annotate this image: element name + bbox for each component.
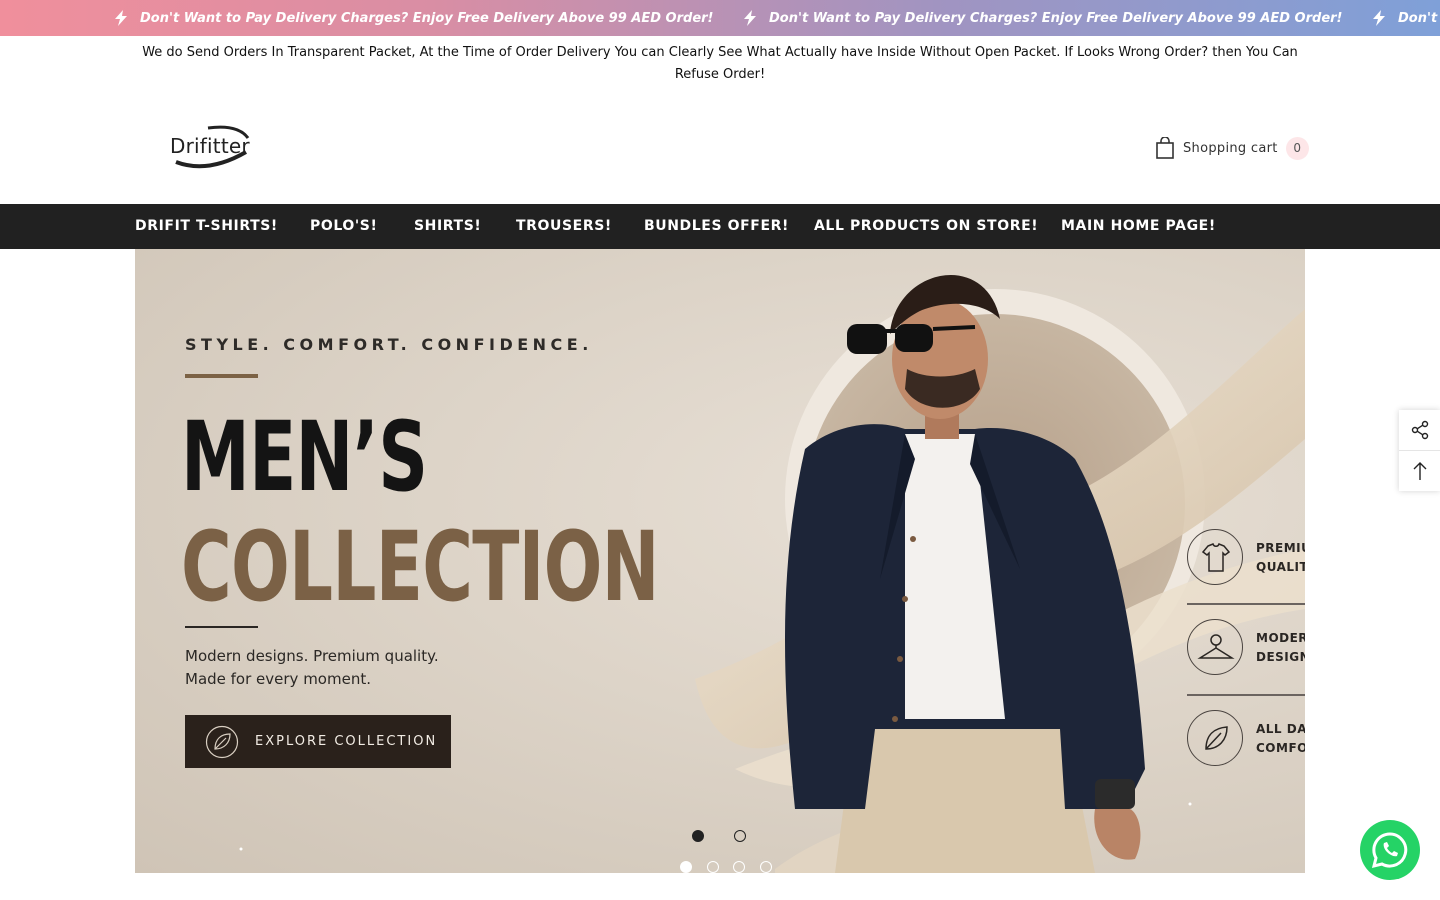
slider-dot[interactable] — [707, 861, 719, 873]
cart-label: Shopping cart — [1183, 140, 1278, 156]
feature-label: ALL DAY COMFO — [1256, 722, 1305, 755]
slider-dot[interactable] — [680, 861, 692, 873]
nav-item-main-home[interactable]: MAIN HOME PAGE! — [1061, 204, 1216, 249]
nav-item-polos[interactable]: POLO'S! — [310, 204, 377, 249]
hero-banner[interactable]: STYLE. COMFORT. CONFIDENCE. MEN’S COLLEC… — [135, 249, 1305, 873]
feature-label: MODERI DESIGN — [1256, 631, 1305, 664]
announcement-item: Don't Want to Pay Delivery Charges? Enjo… — [112, 0, 713, 36]
announcement-text: Don't Want to Pay Delivery Charges? Enjo… — [140, 10, 714, 26]
feature-label: PREMIU QUALIT — [1256, 541, 1305, 574]
feature-all-day-comfort: ALL DAY COMFO — [1187, 710, 1305, 768]
feature-modern-design: MODERI DESIGN — [1187, 619, 1305, 677]
main-nav: DRIFIT T-SHIRTS! POLO'S! SHIRTS! TROUSER… — [0, 204, 1440, 249]
nav-item-shirts[interactable]: SHIRTS! — [414, 204, 481, 249]
shopping-bag-icon — [1156, 137, 1174, 159]
hero-title-line1: MEN’S — [181, 401, 428, 513]
hero-subtitle-line1: Modern designs. Premium quality. — [185, 647, 439, 665]
hero-tagline: STYLE. COMFORT. CONFIDENCE. — [185, 335, 593, 354]
share-icon — [1411, 420, 1428, 440]
hero-title-line2: COLLECTION — [181, 511, 660, 623]
nav-item-drifit-tshirts[interactable]: DRIFIT T-SHIRTS! — [135, 204, 278, 249]
feature-icon-circle — [1187, 710, 1243, 766]
slider-dot[interactable] — [733, 861, 745, 873]
feature-icon-circle — [1187, 529, 1243, 585]
hero-divider — [185, 374, 258, 378]
nav-item-bundles-offer[interactable]: BUNDLES OFFER! — [644, 204, 789, 249]
announcement-bar: Don't Want to Pay Delivery Charges? Enjo… — [0, 0, 1440, 36]
hero-divider — [185, 626, 258, 628]
side-toolbar — [1399, 410, 1440, 491]
cart-count-badge: 0 — [1285, 136, 1309, 160]
leaf-icon — [1205, 726, 1228, 750]
lightning-icon — [1373, 10, 1385, 26]
banner-image-dot — [734, 830, 746, 842]
logo-text: Drifitter — [170, 134, 250, 158]
announcement-item: Don't Want to Pay Delivery Charges? Enjo… — [741, 0, 1342, 36]
hanger-icon — [1197, 634, 1235, 659]
nav-item-trousers[interactable]: TROUSERS! — [516, 204, 612, 249]
arrow-up-icon — [1413, 462, 1426, 480]
explore-collection-label: EXPLORE COLLECTION — [255, 734, 438, 749]
share-button[interactable] — [1399, 410, 1440, 450]
tshirt-icon — [1201, 543, 1231, 572]
hero-subtitle-line2: Made for every moment. — [185, 670, 371, 688]
whatsapp-chat-button[interactable] — [1360, 820, 1420, 880]
banner-image-dot — [692, 830, 704, 842]
explore-collection-button[interactable]: EXPLORE COLLECTION — [185, 715, 451, 768]
slider-dot[interactable] — [760, 861, 772, 873]
whatsapp-icon — [1371, 832, 1408, 869]
lightning-icon — [744, 10, 756, 26]
site-logo[interactable]: Drifitter — [168, 122, 254, 172]
feature-divider — [1187, 603, 1305, 605]
lightning-icon — [115, 10, 127, 26]
announcement-item: Don't W — [1370, 0, 1440, 36]
leaf-icon — [205, 725, 239, 758]
feature-divider — [1187, 694, 1305, 696]
feature-premium-quality: PREMIU QUALIT — [1187, 529, 1305, 587]
feature-icon-circle — [1187, 619, 1243, 675]
nav-item-all-products[interactable]: ALL PRODUCTS ON STORE! — [814, 204, 1038, 249]
announcement-text: Don't Want to Pay Delivery Charges? Enjo… — [769, 10, 1343, 26]
banner-image-dots — [692, 830, 762, 844]
back-to-top-button[interactable] — [1399, 451, 1440, 491]
announcement-text: Don't W — [1398, 10, 1440, 26]
shopping-cart-link[interactable]: Shopping cart 0 — [1155, 136, 1309, 160]
delivery-notice: We do Send Orders In Transparent Packet,… — [142, 45, 1298, 82]
